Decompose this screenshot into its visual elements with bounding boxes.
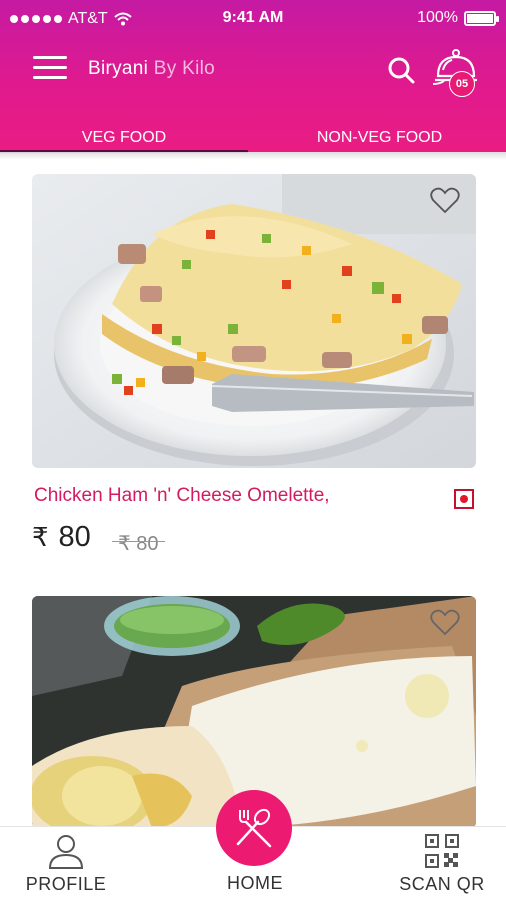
search-icon[interactable] <box>387 56 415 84</box>
item-price: ₹ 80 <box>32 521 91 554</box>
original-price: ₹ 80 <box>112 533 164 555</box>
non-veg-indicator-icon <box>454 489 474 509</box>
app-header: AT&T 9:41 AM 100% Biryani By Kilo 05 VEG… <box>0 0 506 153</box>
favorite-heart-icon[interactable] <box>430 186 460 214</box>
food-tabs: VEG FOOD NON-VEG FOOD <box>0 118 506 153</box>
status-bar: AT&T 9:41 AM 100% <box>0 0 506 34</box>
battery-percent: 100% <box>417 9 458 26</box>
tab-non-veg-food-label: NON-VEG FOOD <box>316 129 443 146</box>
favorite-heart-icon[interactable] <box>430 608 460 636</box>
nav-home[interactable]: HOME <box>205 873 305 894</box>
food-image-omelette[interactable] <box>32 174 476 468</box>
status-right: 100% <box>417 9 499 27</box>
qr-code-icon <box>425 834 459 868</box>
tab-veg-food[interactable]: VEG FOOD <box>0 118 248 152</box>
app-title-sub: By Kilo <box>153 58 216 79</box>
nav-home-label: HOME <box>227 873 283 893</box>
price-value: 80 <box>58 521 91 553</box>
app-title: Biryani By Kilo <box>88 58 215 80</box>
nav-scan-qr[interactable]: SCAN QR <box>386 827 498 895</box>
nav-profile[interactable]: PROFILE <box>12 827 120 895</box>
tabs-shadow <box>0 152 506 160</box>
tab-veg-food-label: VEG FOOD <box>81 129 167 146</box>
currency-symbol: ₹ <box>32 522 49 552</box>
fork-spoon-icon <box>236 808 272 848</box>
nav-scan-qr-label: SCAN QR <box>399 874 485 894</box>
home-fab-button[interactable] <box>216 790 292 866</box>
item-name[interactable]: Chicken Ham 'n' Cheese Omelette, <box>34 485 330 507</box>
cart-count-badge: 05 <box>449 71 475 97</box>
battery-icon <box>464 10 499 26</box>
menu-icon[interactable] <box>33 56 67 82</box>
omelette-image <box>32 174 476 468</box>
tab-non-veg-food[interactable]: NON-VEG FOOD <box>253 118 506 152</box>
app-bar: Biryani By Kilo 05 <box>0 42 506 98</box>
profile-icon <box>48 835 84 869</box>
app-title-main: Biryani <box>88 58 149 79</box>
nav-profile-label: PROFILE <box>25 874 107 894</box>
